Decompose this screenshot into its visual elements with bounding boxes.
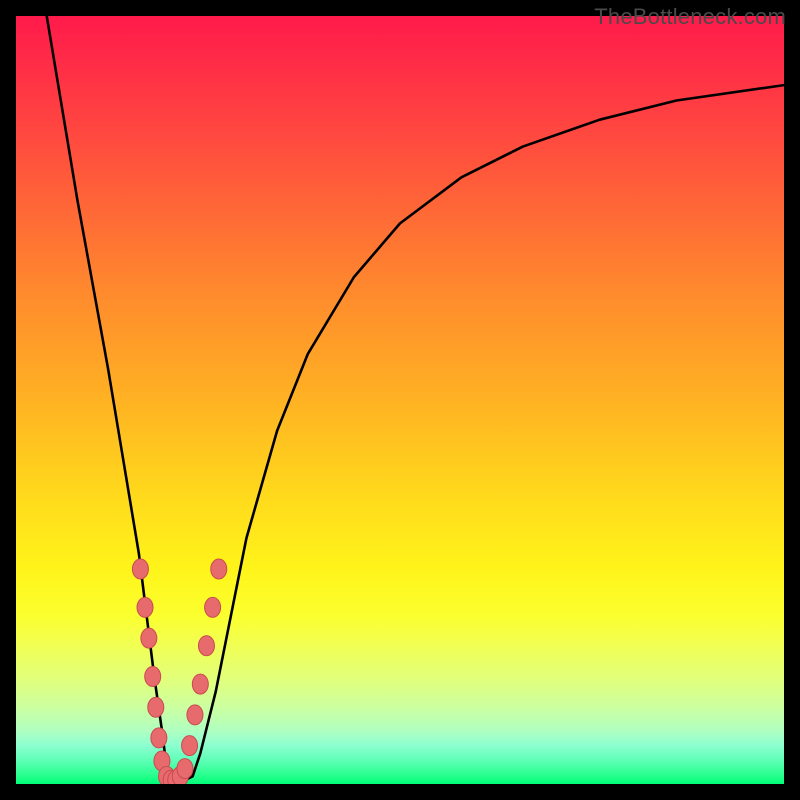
curve-bead: [182, 736, 198, 756]
curve-bead: [198, 636, 214, 656]
curve-layer: [16, 16, 784, 784]
curve-bead: [187, 705, 203, 725]
curve-bead: [211, 559, 227, 579]
curve-bead: [177, 759, 193, 779]
curve-bead: [205, 597, 221, 617]
curve-bead: [132, 559, 148, 579]
plot-area: [16, 16, 784, 784]
curve-bead: [192, 674, 208, 694]
curve-bead: [137, 597, 153, 617]
curve-bead: [141, 628, 157, 648]
curve-bead: [145, 666, 161, 686]
watermark-text: TheBottleneck.com: [594, 4, 786, 30]
bottleneck-curve: [47, 16, 784, 780]
curve-bead: [148, 697, 164, 717]
chart-frame: TheBottleneck.com: [0, 0, 800, 800]
curve-bead: [151, 728, 167, 748]
